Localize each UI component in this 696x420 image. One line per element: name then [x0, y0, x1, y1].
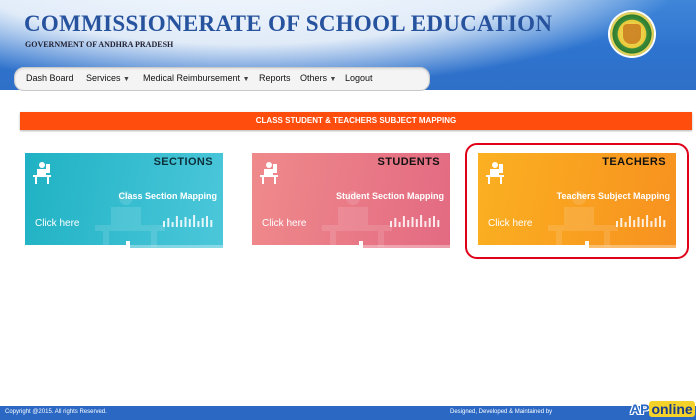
nav-dashboard[interactable]: Dash Board: [26, 73, 74, 83]
state-emblem-icon: [610, 12, 654, 56]
progress-knob: [125, 241, 130, 248]
logo-online: online: [649, 401, 695, 417]
site-title: COMMISSIONERATE OF SCHOOL EDUCATION: [24, 11, 553, 36]
teacher-desk-icon: [260, 162, 278, 184]
nav-reports[interactable]: Reports: [259, 73, 291, 83]
students-card[interactable]: STUDENTS Student Section Mapping Click h…: [252, 153, 450, 248]
bar-sparkline-icon: [163, 215, 213, 227]
teacher-desk-icon: [33, 162, 51, 184]
chevron-down-icon: ▼: [242, 76, 250, 83]
site-header: COMMISSIONERATE OF SCHOOL EDUCATION GOVE…: [0, 0, 696, 91]
click-here-link[interactable]: Click here: [262, 218, 306, 229]
click-here-link[interactable]: Click here: [35, 218, 79, 229]
nav-others[interactable]: Others ▼: [300, 73, 336, 83]
aponline-logo: AP online: [630, 401, 695, 417]
sections-card[interactable]: SECTIONS Class Section Mapping Click her…: [25, 153, 223, 248]
page-banner: CLASS STUDENT & TEACHERS SUBJECT MAPPING: [20, 112, 692, 130]
copyright-text: Copyright @2015. All rights Reserved.: [5, 409, 107, 415]
banner-title: CLASS STUDENT & TEACHERS SUBJECT MAPPING: [255, 116, 457, 125]
chevron-down-icon: ▼: [329, 76, 337, 83]
bar-sparkline-icon: [390, 215, 440, 227]
nav-medical-reimbursement[interactable]: Medical Reimbursement ▼: [143, 73, 250, 83]
nav-label: Services: [86, 73, 121, 83]
nav-label: Reports: [259, 73, 291, 83]
card-title: STUDENTS: [377, 156, 440, 168]
card-title: SECTIONS: [153, 156, 213, 168]
card-subtitle: Student Section Mapping: [336, 191, 444, 201]
main-nav: Dash Board Services ▼ Medical Reimbursem…: [14, 67, 430, 91]
site-subtitle: GOVERNMENT OF ANDHRA PRADESH: [25, 40, 174, 49]
nav-logout[interactable]: Logout: [345, 73, 373, 83]
nav-label: Dash Board: [26, 73, 74, 83]
site-footer: Copyright @2015. All rights Reserved. De…: [0, 401, 696, 420]
teachers-card-highlight: [465, 143, 689, 259]
progress-knob: [358, 241, 363, 248]
designed-by-text: Designed, Developed & Maintained by: [450, 409, 553, 415]
nav-label: Logout: [345, 73, 373, 83]
progress-fill: [252, 245, 361, 248]
progress-fill: [25, 245, 128, 248]
card-subtitle: Class Section Mapping: [118, 191, 217, 201]
logo-ap: AP: [630, 401, 650, 417]
card-progress: [25, 241, 223, 248]
nav-label: Medical Reimbursement: [143, 73, 241, 83]
card-progress: [252, 241, 450, 248]
emblem-center: [623, 24, 641, 44]
nav-label: Others: [300, 73, 328, 83]
nav-services[interactable]: Services ▼: [86, 73, 130, 83]
chevron-down-icon: ▼: [123, 76, 130, 83]
